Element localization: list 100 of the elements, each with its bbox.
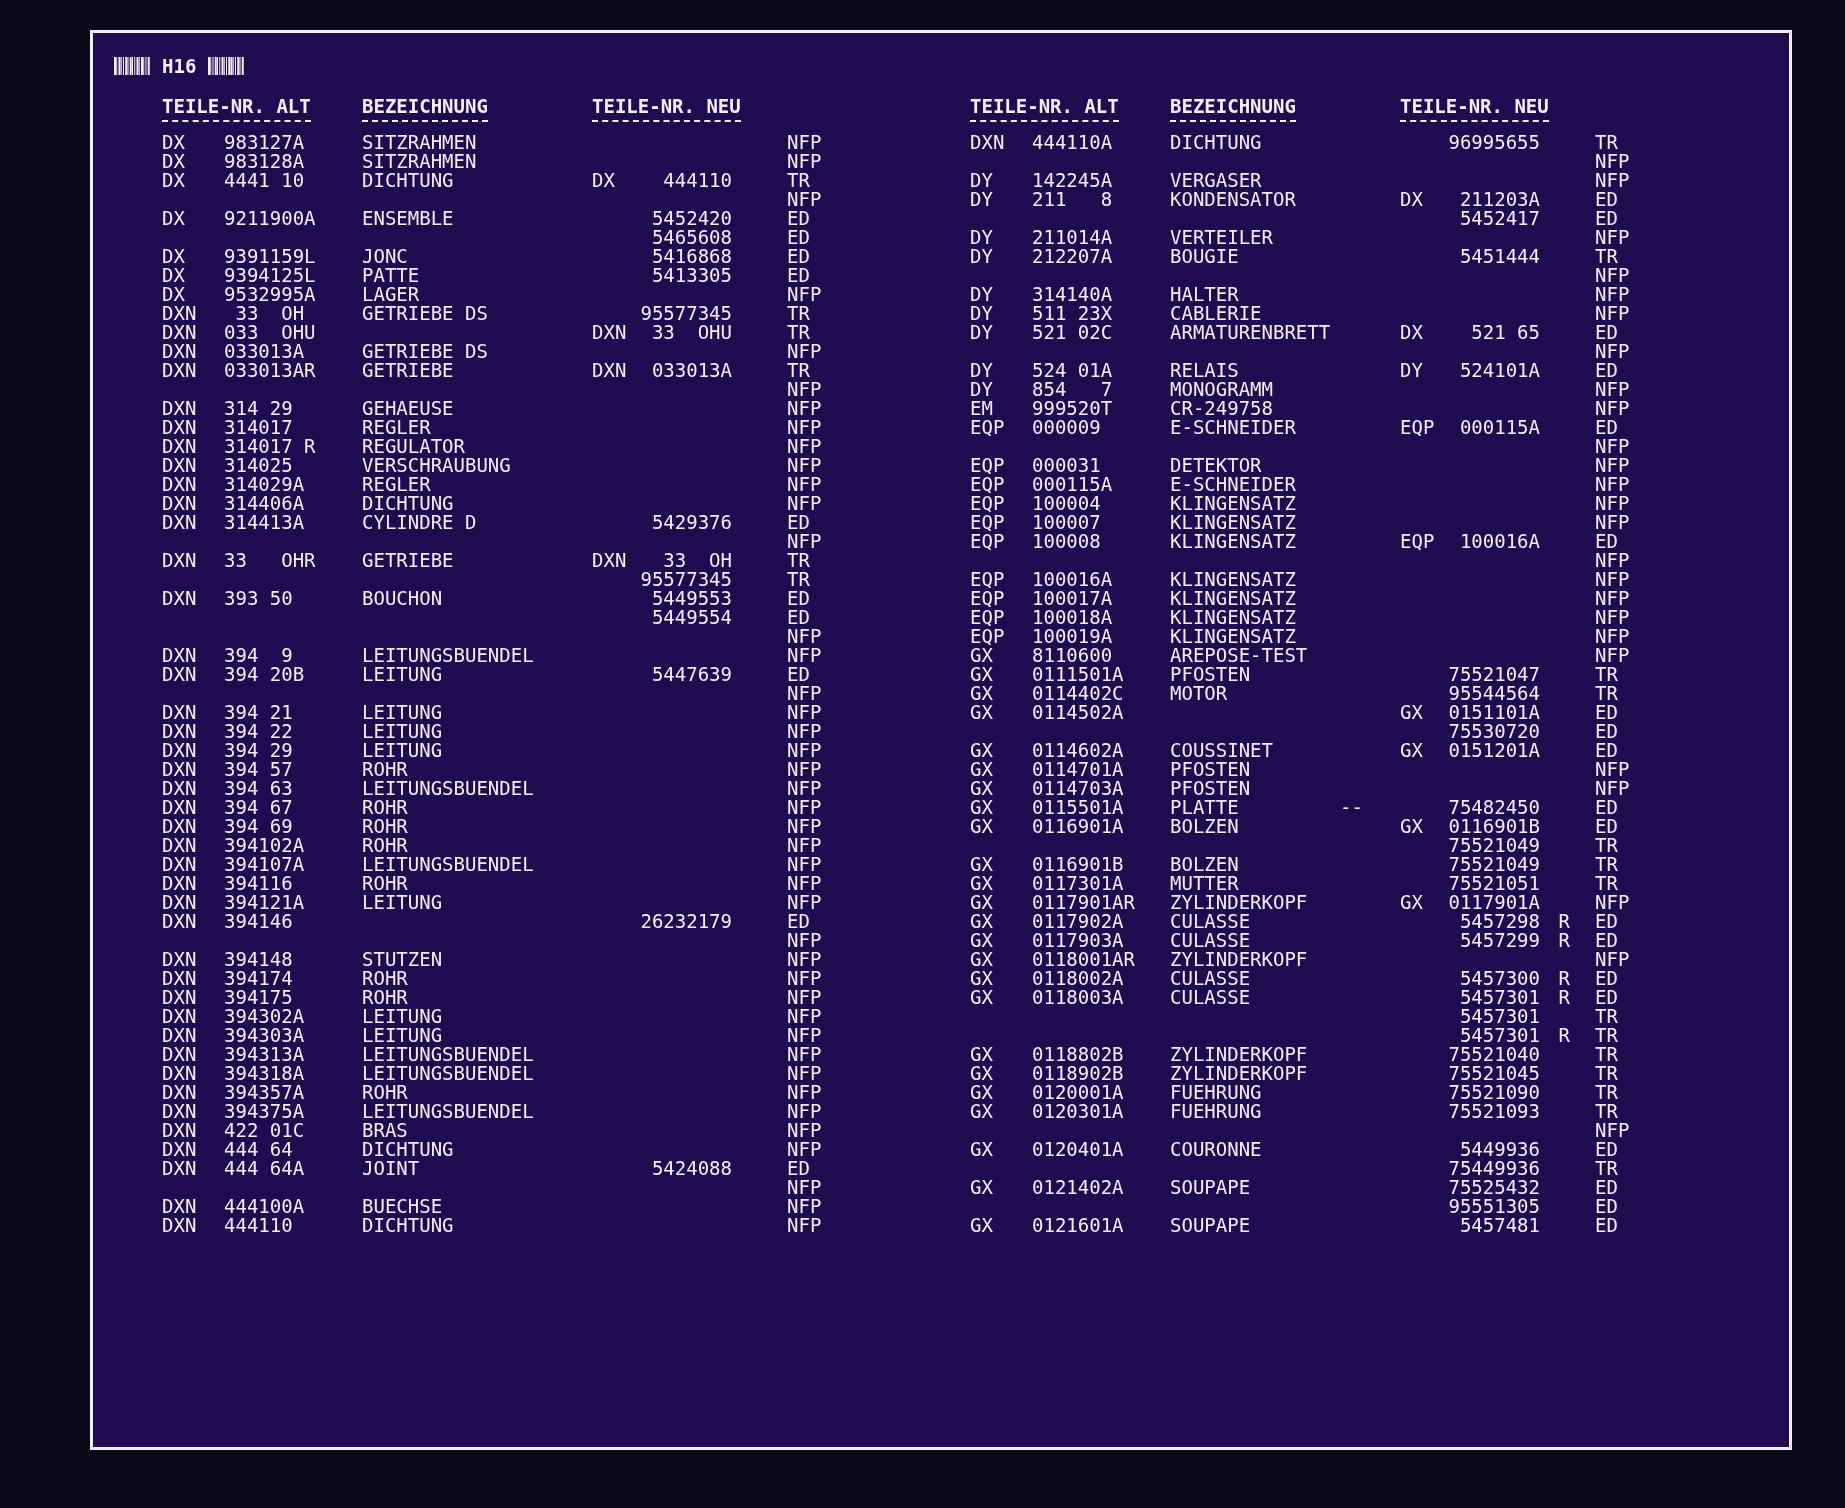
- status-code-cell-text: NFP: [787, 1045, 823, 1064]
- new-part-number-cell-text: 75521047: [1447, 665, 1540, 684]
- description-cell-text: CABLERIE: [1170, 304, 1263, 323]
- status-code-cell-text: NFP: [787, 798, 823, 817]
- status-code-cell-text: NFP: [787, 152, 823, 171]
- part-number-cell-text: 0114402C: [1032, 684, 1125, 703]
- prefix-cell-text: EQP: [970, 456, 1006, 475]
- description-cell-text: CYLINDRE D: [362, 513, 478, 532]
- status-code-cell-text: NFP: [787, 190, 823, 209]
- prefix-cell-text: GX: [970, 1064, 994, 1083]
- new-part-number-cell-text: 5449936: [1458, 1140, 1540, 1159]
- prefix-cell-text: DXN: [162, 703, 198, 722]
- description-cell-text: PFOSTEN: [1170, 779, 1252, 798]
- new-part-number-cell-text: 5452417: [1458, 209, 1540, 228]
- status-code-cell-text: ED: [787, 247, 811, 266]
- prefix-cell-text: EQP: [970, 589, 1006, 608]
- new-part-number-cell-text: 75521090: [1447, 1083, 1540, 1102]
- sheet-code: H16: [162, 55, 197, 77]
- part-number-cell-text: 033 OHU: [224, 323, 317, 342]
- status-code-cell-text: TR: [1595, 1064, 1619, 1083]
- prefix-cell-text: DXN: [162, 855, 198, 874]
- part-number-cell-text: 394 29: [224, 741, 294, 760]
- prefix-cell-text: DXN: [592, 551, 628, 570]
- status-code-cell-text: NFP: [1595, 494, 1631, 513]
- description-cell-text: CULASSE: [1170, 931, 1252, 950]
- description-cell-text: CULASSE: [1170, 912, 1252, 931]
- status-code-cell-text: NFP: [1595, 228, 1631, 247]
- status-code-cell-text: NFP: [1595, 950, 1631, 969]
- new-part-number-cell-text: 5451444: [1458, 247, 1540, 266]
- part-number-cell-text: 394146: [224, 912, 294, 931]
- prefix-cell-text: DXN: [162, 304, 198, 323]
- part-number-cell-text: 394 22: [224, 722, 294, 741]
- status-code-cell-text: NFP: [1595, 551, 1631, 570]
- status-code-cell-text: NFP: [1595, 342, 1631, 361]
- new-part-number-cell-text: 521 65: [1470, 323, 1540, 342]
- prefix-cell-text: DX: [162, 152, 186, 171]
- part-number-cell-text: 394 9: [224, 646, 294, 665]
- part-number-cell-text: 33 OHR: [224, 551, 317, 570]
- part-number-cell-text: 314017 R: [224, 437, 317, 456]
- description-cell-text: GETRIEBE: [362, 551, 455, 570]
- part-number-cell-text: 394357A: [224, 1083, 306, 1102]
- part-number-cell-text: 444110A: [1032, 133, 1114, 152]
- status-code-cell-text: NFP: [787, 703, 823, 722]
- prefix-cell-text: DXN: [162, 361, 198, 380]
- prefix-cell-text: DXN: [162, 665, 198, 684]
- status-code-cell-text: NFP: [787, 1178, 823, 1197]
- description-cell-text: KLINGENSATZ: [1170, 570, 1297, 589]
- prefix-cell-text: DXN: [970, 133, 1006, 152]
- description-cell-text: LEITUNG: [362, 741, 444, 760]
- new-part-number-cell-text: 5429376: [650, 513, 732, 532]
- prefix-cell-text: DXN: [162, 1216, 198, 1235]
- description-cell-text: KLINGENSATZ: [1170, 494, 1297, 513]
- status-code-cell-text: ED: [787, 665, 811, 684]
- part-number-cell-text: 444 64A: [224, 1159, 306, 1178]
- prefix-cell-text: GX: [970, 1140, 994, 1159]
- new-part-number-cell-text: 95577345: [639, 570, 732, 589]
- status-code-cell-text: ED: [787, 228, 811, 247]
- description-cell-text: RELAIS: [1170, 361, 1240, 380]
- description-cell-text: FUEHRUNG: [1170, 1083, 1263, 1102]
- status-code-cell-text: NFP: [787, 1102, 823, 1121]
- description-cell-text: ZYLINDERKOPF: [1170, 893, 1309, 912]
- part-number-cell-text: 0115501A: [1032, 798, 1125, 817]
- part-number-cell-text: 33 OH: [234, 304, 306, 323]
- status-code-cell-text: NFP: [787, 950, 823, 969]
- status-code-cell-text: NFP: [787, 684, 823, 703]
- prefix-cell-text: DXN: [162, 1026, 198, 1045]
- part-number-cell-text: 0121601A: [1032, 1216, 1125, 1235]
- status-code-cell-text: NFP: [787, 741, 823, 760]
- prefix-cell-text: DXN: [162, 1045, 198, 1064]
- prefix-cell-text: EQP: [970, 475, 1006, 494]
- part-number-cell-text: 0111501A: [1032, 665, 1125, 684]
- prefix-cell-text: DY: [970, 228, 994, 247]
- part-number-cell-text: 394148: [224, 950, 294, 969]
- description-cell-text: MOTOR: [1170, 684, 1229, 703]
- prefix-cell-text: DXN: [162, 437, 198, 456]
- new-part-number-cell-text: 5449553: [650, 589, 732, 608]
- part-number-cell-text: 983128A: [224, 152, 306, 171]
- part-number-cell-text: 0120001A: [1032, 1083, 1125, 1102]
- prefix-cell-text: EQP: [970, 570, 1006, 589]
- description-cell-text: BOUGIE: [1170, 247, 1240, 266]
- status-code-cell-text: NFP: [1595, 285, 1631, 304]
- description-cell-text: FUEHRUNG: [1170, 1102, 1263, 1121]
- part-number-cell-text: 033013AR: [224, 361, 317, 380]
- status-code-cell-text: NFP: [1595, 760, 1631, 779]
- prefix-cell-text: DX: [162, 285, 186, 304]
- description-cell-text: ROHR: [362, 760, 409, 779]
- description-cell-text: BOUCHON: [362, 589, 444, 608]
- new-part-number-cell-text: 5452420: [650, 209, 732, 228]
- status-code-cell-text: NFP: [1595, 152, 1631, 171]
- status-code-cell-text: NFP: [787, 1216, 823, 1235]
- description-cell-text: BRAS: [362, 1121, 409, 1140]
- status-code-cell-text: NFP: [787, 418, 823, 437]
- prefix-cell-text: GX: [970, 760, 994, 779]
- new-part-number-cell-text: 75521040: [1447, 1045, 1540, 1064]
- new-part-number-cell-text: 5424088: [650, 1159, 732, 1178]
- description-cell-text: BUECHSE: [362, 1197, 444, 1216]
- status-code-cell-text: NFP: [787, 1121, 823, 1140]
- prefix-cell-text: DXN: [162, 323, 198, 342]
- new-part-number-cell-text: 0117901A: [1447, 893, 1540, 912]
- status-code-cell-text: NFP: [787, 722, 823, 741]
